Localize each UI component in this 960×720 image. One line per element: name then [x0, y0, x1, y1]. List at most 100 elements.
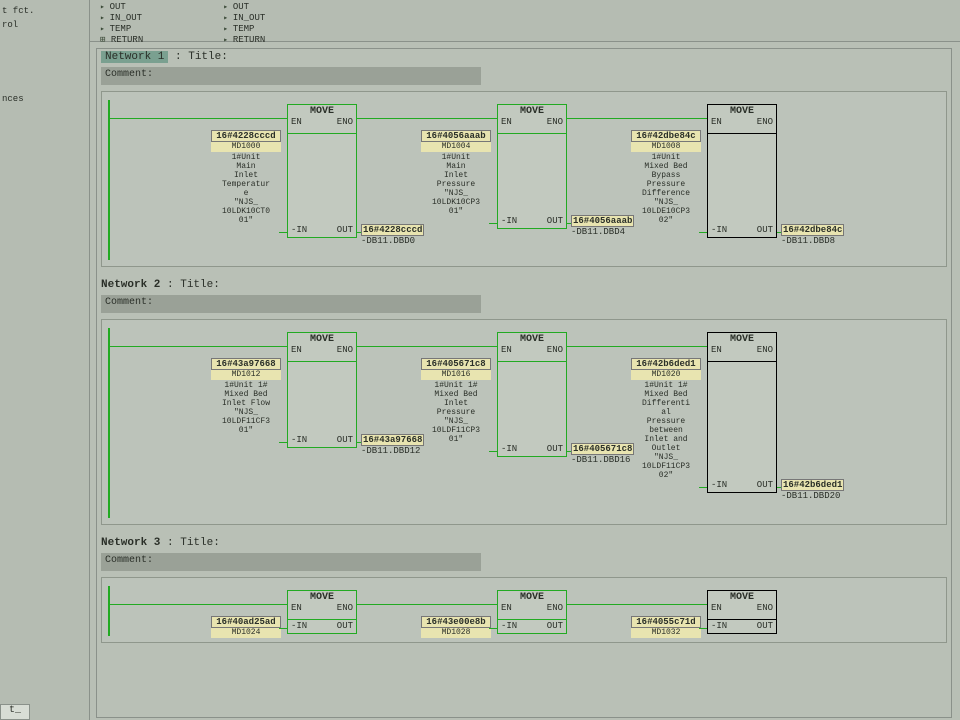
wire [699, 628, 707, 629]
hex-value: 16#4228cccd [361, 224, 424, 236]
input-tag[interactable]: 16#4055c71dMD1032 [631, 616, 701, 638]
wire [777, 232, 781, 233]
output-tag[interactable]: 16#42b6ded1-DB11.DBD20 [781, 479, 844, 501]
output-tag[interactable]: 16#42dbe84c-DB11.DBD8 [781, 224, 844, 246]
move-block[interactable]: MOVEENENO [707, 104, 777, 134]
move-block-body: -IN OUT [497, 620, 567, 634]
output-tag[interactable]: 16#43a97668-DB11.DBD12 [361, 434, 424, 456]
tree-node-temp[interactable]: TEMP [223, 24, 265, 35]
network-title[interactable]: Network 1 : Title: [97, 49, 951, 65]
move-block[interactable]: MOVEENENO [287, 104, 357, 134]
hex-value: 16#42b6ded1 [631, 358, 701, 370]
tree-node-return[interactable]: RETURN [100, 35, 143, 46]
port-in: -IN [711, 480, 727, 490]
port-en: EN [291, 345, 302, 355]
tree-node-out[interactable]: OUT [100, 2, 143, 13]
port-eno: ENO [757, 345, 773, 355]
rung: MOVEENENO16#40ad25adMD1024-INOUTMOVEENEN… [102, 586, 946, 636]
ladder-area[interactable]: MOVEENENO16#40ad25adMD1024-INOUTMOVEENEN… [101, 577, 947, 643]
block-ports: ENENO [708, 603, 776, 613]
port-en: EN [711, 345, 722, 355]
input-tag[interactable]: 16#43e00e8bMD1028 [421, 616, 491, 638]
sidebar-item[interactable]: t fct. [2, 4, 87, 18]
input-tag[interactable]: 16#42b6ded1MD10201#Unit 1#Mixed BedDiffe… [631, 358, 701, 480]
move-block[interactable]: MOVEENENO [497, 590, 567, 620]
comment-bar[interactable]: Comment: [101, 67, 481, 85]
bottom-tab[interactable]: t_ [0, 704, 30, 720]
move-block[interactable]: MOVEENENO [707, 590, 777, 620]
output-tag[interactable]: 16#405671c8-DB11.DBD16 [571, 443, 634, 465]
output-tag[interactable]: 16#4056aaab-DB11.DBD4 [571, 215, 634, 237]
hex-value: 16#405671c8 [421, 358, 491, 370]
db-address: -DB11.DBD0 [361, 236, 424, 246]
wire [567, 118, 707, 119]
rung: MOVEENENO16#43a97668MD10121#Unit 1#Mixed… [102, 328, 946, 518]
tree-node-inout[interactable]: IN_OUT [223, 13, 265, 24]
input-tag[interactable]: 16#4228cccdMD10001#UnitMainInletTemperat… [211, 130, 281, 225]
port-en: EN [711, 117, 722, 127]
db-address: -DB11.DBD16 [571, 455, 634, 465]
ladder-editor[interactable]: Network 1 : Title:Comment:MOVEENENO16#42… [96, 48, 952, 718]
port-in: -IN [711, 225, 727, 235]
hex-value: 16#405671c8 [571, 443, 634, 455]
input-tag[interactable]: 16#42dbe84cMD10081#UnitMixed BedBypassPr… [631, 130, 701, 225]
tag-description: 1#Unit 1#Mixed BedInletPressure"NJS_10LD… [421, 381, 491, 444]
comment-bar[interactable]: Comment: [101, 295, 481, 313]
block-title: MOVE [288, 334, 356, 345]
memory-address: MD1004 [421, 142, 491, 152]
wire [567, 223, 571, 224]
port-out: OUT [547, 621, 563, 631]
memory-address: MD1024 [211, 628, 281, 638]
hex-value: 16#4228cccd [211, 130, 281, 142]
network: Network 3 : Title: Comment: MOVEENENO 16#40… [97, 535, 951, 643]
tag-description: 1#UnitMainInletTemperature"NJS_10LDK10CT… [211, 153, 281, 225]
input-tag[interactable]: 16#405671c8MD10161#Unit 1#Mixed BedInlet… [421, 358, 491, 444]
tree-node-out[interactable]: OUT [223, 2, 265, 13]
move-block-body: -INOUT [707, 620, 777, 634]
hex-value: 16#4055c71d [631, 616, 701, 628]
block-ports: ENENO [708, 117, 776, 127]
wire [108, 604, 287, 605]
port-out: OUT [547, 444, 563, 454]
port-eno: ENO [337, 603, 353, 613]
input-tag[interactable]: 16#40ad25adMD1024 [211, 616, 281, 638]
ladder-area[interactable]: MOVEENENO16#43a97668MD10121#Unit 1#Mixed… [101, 319, 947, 525]
wire [567, 346, 707, 347]
input-tag[interactable]: 16#4056aaabMD10041#UnitMainInletPressure… [421, 130, 491, 216]
input-tag[interactable]: 16#43a97668MD10121#Unit 1#Mixed BedInlet… [211, 358, 281, 435]
port-out: OUT [337, 435, 353, 445]
block-ports: ENENO [498, 345, 566, 355]
move-block[interactable]: MOVEENENO [707, 332, 777, 362]
db-address: -DB11.DBD4 [571, 227, 634, 237]
block-title: MOVE [498, 106, 566, 117]
hex-value: 16#42dbe84c [781, 224, 844, 236]
tree-node-inout[interactable]: IN_OUT [100, 13, 143, 24]
power-rail [108, 586, 110, 636]
ladder-area[interactable]: MOVEENENO16#4228cccdMD10001#UnitMainInle… [101, 91, 947, 267]
output-tag[interactable]: 16#4228cccd-DB11.DBD0 [361, 224, 424, 246]
hex-value: 16#43e00e8b [421, 616, 491, 628]
comment-bar[interactable]: Comment: [101, 553, 481, 571]
network-title[interactable]: Network 2 : Title: [97, 277, 951, 293]
network-title[interactable]: Network 3 : Title: [97, 535, 951, 551]
port-in: -IN [501, 621, 517, 631]
memory-address: MD1008 [631, 142, 701, 152]
move-block-body: -INOUT [287, 134, 357, 238]
left-sidebar: t fct. rol nces [0, 0, 90, 720]
wire [357, 118, 497, 119]
move-block[interactable]: MOVEENENO [287, 590, 357, 620]
move-block[interactable]: MOVEENENO [287, 332, 357, 362]
move-block[interactable]: MOVEENENO [497, 332, 567, 362]
tag-description: 1#Unit 1#Mixed BedDifferentialPressurebe… [631, 381, 701, 480]
sidebar-item[interactable]: nces [2, 92, 87, 106]
move-block[interactable]: MOVEENENO [497, 104, 567, 134]
port-en: EN [711, 603, 722, 613]
sidebar-item[interactable]: rol [2, 18, 87, 32]
wire [489, 628, 497, 629]
wire [357, 232, 361, 233]
port-out: OUT [757, 225, 773, 235]
tree-node-return[interactable]: RETURN [223, 35, 265, 46]
wire [699, 487, 707, 488]
tree-node-temp[interactable]: TEMP [100, 24, 143, 35]
port-en: EN [501, 603, 512, 613]
